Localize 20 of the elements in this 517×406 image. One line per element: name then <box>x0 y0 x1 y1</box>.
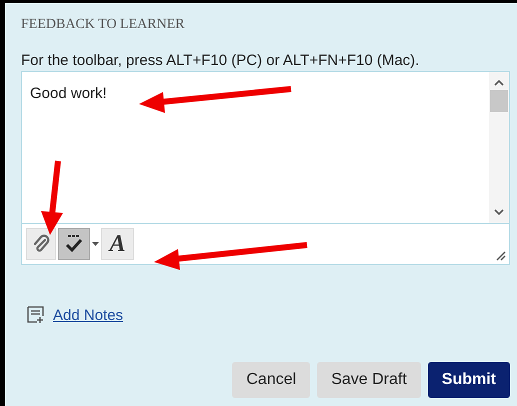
attach-button[interactable] <box>26 228 56 260</box>
scrollbar[interactable] <box>489 72 509 223</box>
scroll-down-icon[interactable] <box>494 209 504 215</box>
spellcheck-icon <box>63 234 85 254</box>
feedback-editor[interactable]: Good work! A <box>21 71 510 265</box>
scroll-thumb[interactable] <box>490 90 508 112</box>
feedback-input[interactable]: Good work! <box>22 72 489 115</box>
scroll-up-icon[interactable] <box>494 80 504 86</box>
action-button[interactable]: Save Draft <box>317 362 421 398</box>
paperclip-icon <box>31 234 51 254</box>
format-button[interactable]: A <box>101 228 134 260</box>
action-button[interactable]: Cancel <box>232 362 310 398</box>
add-notes-link[interactable]: Add Notes <box>53 306 124 324</box>
section-heading: FEEDBACK TO LEARNER <box>21 17 185 33</box>
add-note-icon <box>27 306 45 324</box>
resize-grip-icon[interactable] <box>494 249 506 261</box>
dropdown-caret-icon[interactable] <box>92 242 99 246</box>
submit-button[interactable]: Submit <box>428 362 510 398</box>
toolbar-instruction: For the toolbar, press ALT+F10 (PC) or ALT+FN+F10 (Mac). <box>21 52 420 69</box>
spellcheck-button[interactable] <box>58 228 90 260</box>
